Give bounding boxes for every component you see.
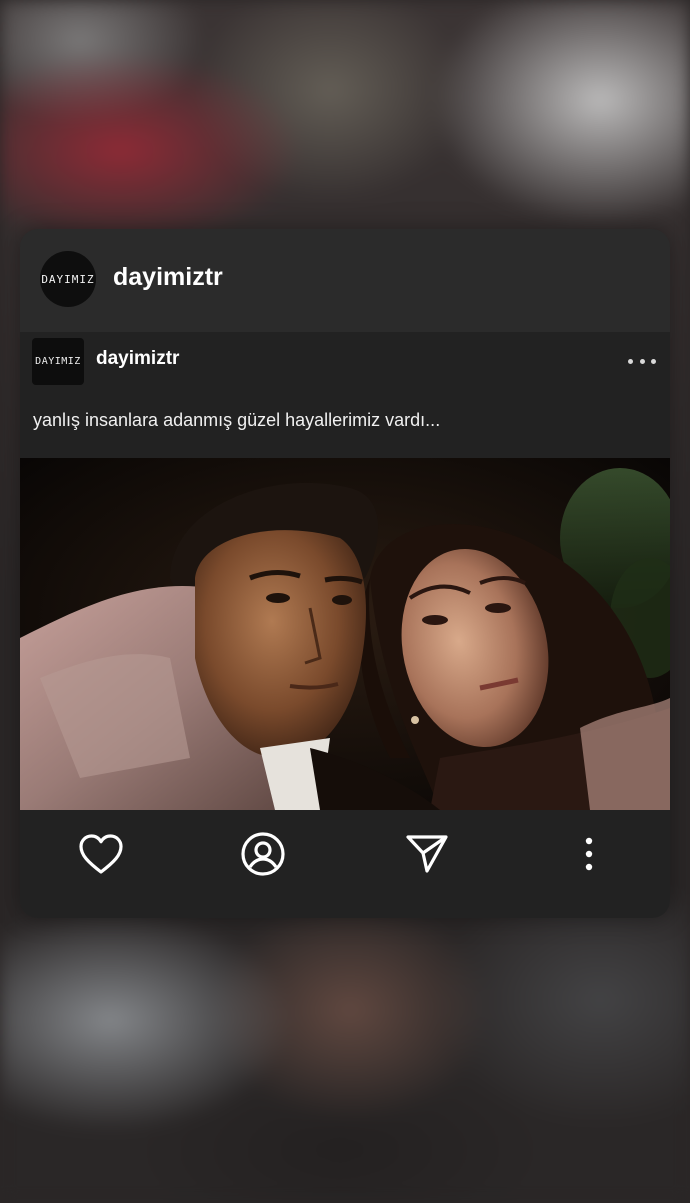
post-avatar-logo-text: DAYIMIZ xyxy=(35,356,81,367)
post-username[interactable]: dayimiztr xyxy=(96,348,179,370)
embedded-post[interactable]: DAYIMIZ dayimiztr yanlış insanlara adanm… xyxy=(20,332,670,918)
profile-button[interactable] xyxy=(239,830,287,878)
more-actions-button[interactable] xyxy=(565,830,613,878)
share-button[interactable] xyxy=(403,830,451,878)
account-username[interactable]: dayimiztr xyxy=(113,263,223,292)
user-circle-icon xyxy=(241,832,285,876)
post-avatar[interactable]: DAYIMIZ xyxy=(32,338,84,385)
shared-post-card[interactable]: DAYIMIZ dayimiztr DAYIMIZ dayimiztr yanl… xyxy=(20,229,670,918)
post-image-illustration xyxy=(20,458,670,810)
like-button[interactable] xyxy=(77,830,125,878)
card-header: DAYIMIZ dayimiztr xyxy=(20,229,670,332)
post-action-bar xyxy=(20,810,670,918)
vertical-dots-icon xyxy=(585,837,593,871)
paper-plane-icon xyxy=(406,835,448,873)
post-header: DAYIMIZ dayimiztr xyxy=(20,332,670,392)
account-avatar[interactable]: DAYIMIZ xyxy=(40,251,96,307)
more-options-icon[interactable] xyxy=(628,356,656,366)
post-caption: yanlış insanlara adanmış güzel hayalleri… xyxy=(33,410,441,430)
post-image[interactable] xyxy=(20,458,670,810)
heart-icon xyxy=(79,834,123,874)
account-avatar-logo-text: DAYIMIZ xyxy=(41,272,95,286)
